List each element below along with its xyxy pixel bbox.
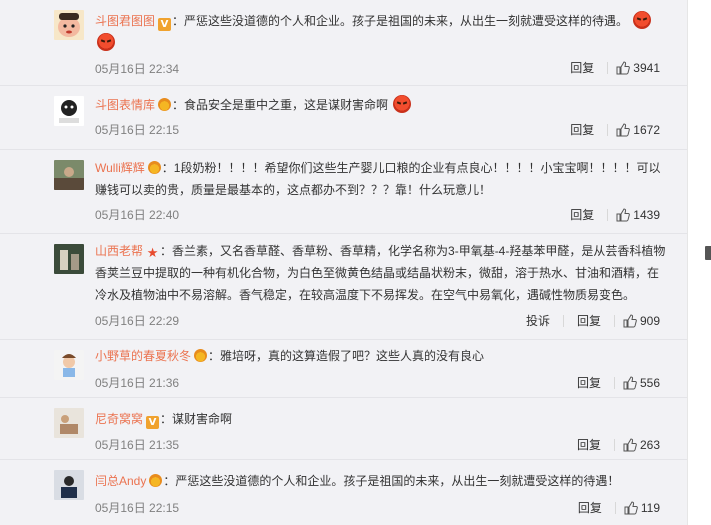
thumbs-up-icon [616, 122, 631, 136]
like-button[interactable]: 119 [624, 501, 660, 515]
comment-content: 小野草的春夏秋冬 ：雅培呀，真的这算造假了吧？这些人真的没有良心 [95, 345, 670, 367]
action-divider [607, 208, 609, 221]
v-badge-icon: V [146, 416, 160, 429]
action-divider [613, 376, 615, 389]
comment-time: 05月16日 21:36 [95, 376, 180, 390]
comment-item: 斗图君图图 V ：严惩这些没道德的个人和企业。孩子是祖国的未来，从出生一刻就遭受这样… [0, 0, 687, 86]
like-count: 909 [639, 313, 660, 328]
username-link[interactable]: 山西老帮 [95, 244, 143, 258]
comment-text: ：1段奶粉！！！！希望你们这些生产婴儿口粮的企业有点良心！！！！小宝宝啊！！！！… [95, 161, 661, 197]
comment-actions: 回复 1672 [557, 121, 660, 138]
comment-time: 05月16日 22:15 [95, 123, 180, 137]
avatar[interactable] [54, 408, 84, 438]
comment-actions: 投诉 回复 909 [513, 312, 660, 329]
comment-item: 闫总Andy ：严惩这些没道德的个人和企业。孩子是祖国的未来，从出生一刻就遭受这样… [0, 460, 687, 525]
username-link[interactable]: 斗图君图图 [95, 14, 155, 28]
avatar[interactable] [54, 160, 84, 190]
like-count: 119 [640, 500, 660, 515]
panel-edge [687, 0, 688, 525]
comment-item: 小野草的春夏秋冬 ：雅培呀，真的这算造假了吧？这些人真的没有良心 05月16日 2… [0, 340, 687, 398]
thumbs-up-icon [616, 207, 631, 221]
action-divider [614, 501, 616, 514]
like-button[interactable]: 263 [623, 438, 660, 452]
comment-text: ：香兰素，又名香草醛、香草粉、香草精，化学名称为3-甲氧基-4-羟基苯甲醛，是从… [95, 244, 666, 302]
like-count: 556 [639, 375, 660, 390]
comment-time: 05月16日 22:15 [95, 501, 180, 515]
side-tab[interactable] [705, 246, 711, 260]
reply-button[interactable]: 回复 [570, 59, 594, 76]
action-divider [607, 61, 609, 74]
like-button[interactable]: 3941 [616, 61, 660, 75]
thumbs-up-icon [616, 60, 631, 74]
like-button[interactable]: 556 [623, 376, 660, 390]
username-link[interactable]: 斗图表情库 [95, 98, 155, 112]
avatar[interactable] [54, 10, 84, 40]
comment-content: 尼奇窝窝 V ：谋财害命啊 [95, 408, 670, 430]
comment-text: ：严惩这些没道德的个人和企业。孩子是祖国的未来，从出生一刻就遭受这样的待遇。 [172, 14, 629, 28]
avatar[interactable] [54, 470, 84, 500]
reply-button[interactable]: 回复 [570, 121, 594, 138]
comment-actions: 回复 556 [564, 374, 660, 391]
like-count: 1672 [633, 122, 660, 137]
comment-item: 尼奇窝窝 V ：谋财害命啊 05月16日 21:35 回复 263 [0, 398, 687, 460]
reply-button[interactable]: 回复 [570, 206, 594, 223]
vip-crown-icon [158, 98, 172, 111]
like-count: 3941 [633, 60, 660, 75]
action-divider [562, 314, 564, 327]
vip-crown-icon [194, 349, 208, 362]
avatar[interactable] [54, 350, 84, 380]
action-divider [607, 123, 609, 136]
comment-content: 斗图君图图 V ：严惩这些没道德的个人和企业。孩子是祖国的未来，从出生一刻就遭受这样… [95, 10, 670, 54]
username-link[interactable]: 小野草的春夏秋冬 [95, 349, 191, 363]
comment-item: Wulli辉辉 ：1段奶粉！！！！希望你们这些生产婴儿口粮的企业有点良心！！！！小… [0, 150, 687, 234]
v-badge-icon: V [158, 18, 172, 31]
comment-item: 山西老帮 ★ ：香兰素，又名香草醛、香草粉、香草精，化学名称为3-甲氧基-4-羟基苯… [0, 234, 687, 340]
angry-face-icon [393, 95, 412, 113]
comment-text: ：严惩这些没道德的个人和企业。孩子是祖国的未来，从出生一刻就遭受这样的待遇！ [163, 474, 620, 488]
thumbs-up-icon [624, 500, 638, 514]
thumbs-up-icon [623, 375, 637, 389]
vip-crown-icon [147, 161, 161, 174]
comment-list: 斗图君图图 V ：严惩这些没道德的个人和企业。孩子是祖国的未来，从出生一刻就遭受这样… [0, 0, 687, 525]
report-button[interactable]: 投诉 [526, 312, 550, 329]
vip-crown-icon [149, 474, 163, 487]
angry-face-icon [633, 11, 652, 29]
reply-button[interactable]: 回复 [577, 374, 601, 391]
like-button[interactable]: 1672 [616, 123, 660, 137]
thumbs-up-icon [623, 437, 637, 451]
avatar[interactable] [54, 244, 84, 274]
like-count: 263 [639, 437, 660, 452]
username-link[interactable]: 闫总Andy [95, 474, 146, 488]
comment-actions: 回复 1439 [557, 206, 660, 223]
star-badge-icon: ★ [146, 245, 159, 260]
comment-time: 05月16日 22:34 [95, 62, 180, 76]
comment-text: ：雅培呀，真的这算造假了吧？这些人真的没有良心 [208, 349, 485, 363]
comment-time: 05月16日 22:29 [95, 314, 180, 328]
like-count: 1439 [633, 207, 660, 222]
comment-text: ：食品安全是重中之重，这是谋财害命啊 [172, 98, 389, 112]
username-link[interactable]: 尼奇窝窝 [95, 412, 143, 426]
comment-content: Wulli辉辉 ：1段奶粉！！！！希望你们这些生产婴儿口粮的企业有点良心！！！！小… [95, 157, 670, 201]
comment-time: 05月16日 22:40 [95, 208, 180, 222]
reply-button[interactable]: 回复 [577, 312, 601, 329]
comment-content: 斗图表情库 ：食品安全是重中之重，这是谋财害命啊 [95, 94, 670, 116]
comment-actions: 回复 263 [564, 436, 660, 453]
comment-actions: 回复 3941 [557, 59, 660, 76]
avatar[interactable] [54, 96, 84, 126]
comment-content: 山西老帮 ★ ：香兰素，又名香草醛、香草粉、香草精，化学名称为3-甲氧基-4-羟基苯… [95, 240, 670, 306]
like-button[interactable]: 909 [623, 314, 660, 328]
like-button[interactable]: 1439 [616, 208, 660, 222]
comment-actions: 回复 119 [565, 499, 660, 516]
reply-button[interactable]: 回复 [577, 436, 601, 453]
username-link[interactable]: Wulli辉辉 [95, 161, 145, 175]
angry-face-icon [97, 33, 115, 51]
action-divider [613, 314, 615, 327]
thumbs-up-icon [623, 313, 637, 327]
reply-button[interactable]: 回复 [578, 499, 602, 516]
comment-text: ：谋财害命啊 [160, 412, 233, 426]
action-divider [613, 438, 615, 451]
comment-content: 闫总Andy ：严惩这些没道德的个人和企业。孩子是祖国的未来，从出生一刻就遭受这样… [95, 470, 670, 492]
comment-time: 05月16日 21:35 [95, 438, 180, 452]
comment-item: 斗图表情库 ：食品安全是重中之重，这是谋财害命啊 05月16日 22:15 回复 … [0, 86, 687, 150]
